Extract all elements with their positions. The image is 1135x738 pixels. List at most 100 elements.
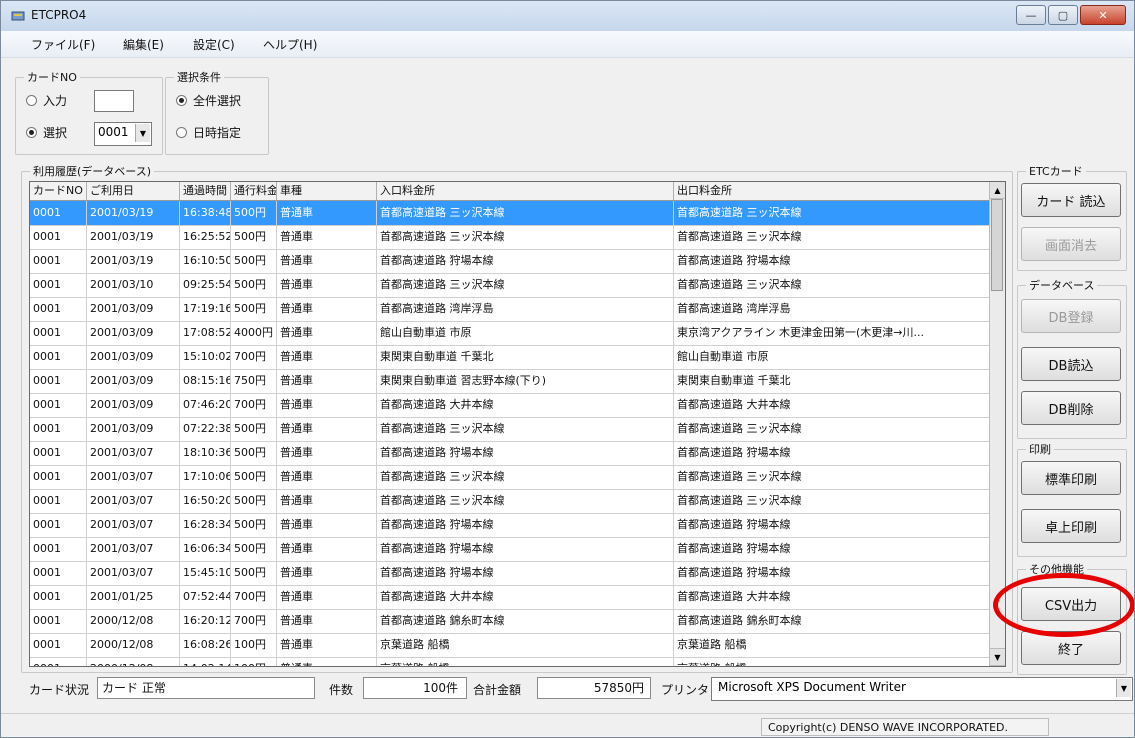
menu-file[interactable]: ファイル(F) — [31, 36, 95, 53]
cell-card-no: 0001 — [30, 201, 87, 225]
cell-vehicle: 普通車 — [277, 201, 377, 225]
cell-date: 2000/12/08 — [87, 633, 180, 657]
cell-date: 2001/03/19 — [87, 201, 180, 225]
desktop-print-button[interactable]: 卓上印刷 — [1021, 509, 1121, 543]
cell-vehicle: 普通車 — [277, 609, 377, 633]
table-row[interactable]: 0001 2001/03/07 17:10:06 500円 普通車 首都高速道路 三ッ沢本… — [30, 465, 990, 490]
cell-toll: 500円 — [231, 537, 277, 561]
scroll-down-icon[interactable]: ▼ — [990, 648, 1005, 666]
clear-screen-button[interactable]: 画面消去 — [1021, 227, 1121, 261]
cell-entrance: 首都高速道路 狩場本線 — [377, 537, 674, 561]
minimize-button[interactable]: — — [1016, 5, 1046, 25]
table-row[interactable]: 0001 2001/03/09 07:22:38 500円 普通車 首都高速道路 三ッ沢本… — [30, 417, 990, 442]
table-row[interactable]: 0001 2001/03/07 16:50:20 500円 普通車 首都高速道路 三ッ沢本… — [30, 489, 990, 514]
column-header-vehicle[interactable]: 車種 — [277, 182, 377, 200]
column-header-time[interactable]: 通過時間 — [180, 182, 231, 200]
db-register-button[interactable]: DB登録 — [1021, 299, 1121, 333]
cell-time: 18:10:36 — [180, 441, 231, 465]
cell-time: 16:38:48 — [180, 201, 231, 225]
card-select-radio[interactable]: 選択 — [26, 124, 67, 141]
cell-entrance: 東関東自動車道 千葉北 — [377, 345, 674, 369]
column-header-toll[interactable]: 通行料金 — [231, 182, 277, 200]
card-input-radio[interactable]: 入力 — [26, 92, 67, 109]
cell-date: 2000/12/08 — [87, 609, 180, 633]
card-no-input[interactable] — [94, 90, 134, 112]
chevron-down-icon[interactable]: ▼ — [1116, 679, 1131, 697]
cell-exit: 東京湾アクアライン 木更津金田第一(木更津→川... — [674, 321, 990, 345]
card-read-button[interactable]: カード 読込 — [1021, 183, 1121, 217]
table-row[interactable]: 0001 2001/03/09 17:08:52 4000円 普通車 館山自動車道 市原東… — [30, 321, 990, 346]
app-icon — [11, 11, 25, 21]
table-row[interactable]: 0001 2000/12/08 16:20:12 700円 普通車 首都高速道路 錦糸町本… — [30, 609, 990, 634]
cell-time: 16:06:34 — [180, 537, 231, 561]
cell-time: 16:08:26 — [180, 633, 231, 657]
cell-exit: 首都高速道路 三ッ沢本線 — [674, 225, 990, 249]
cell-entrance: 首都高速道路 狩場本線 — [377, 561, 674, 585]
cell-entrance: 首都高速道路 狩場本線 — [377, 441, 674, 465]
select-all-radio[interactable]: 全件選択 — [176, 92, 241, 109]
column-header-entrance[interactable]: 入口料金所 — [377, 182, 674, 200]
cell-time: 07:46:20 — [180, 393, 231, 417]
table-row[interactable]: 0001 2001/03/09 08:15:16 750円 普通車 東関東自動車道 習志野… — [30, 369, 990, 394]
cell-exit: 首都高速道路 狩場本線 — [674, 561, 990, 585]
select-date-label: 日時指定 — [193, 126, 242, 140]
standard-print-button[interactable]: 標準印刷 — [1021, 461, 1121, 495]
table-row[interactable]: 0001 2001/03/07 15:45:10 500円 普通車 首都高速道路 狩場本線… — [30, 561, 990, 586]
total-field: 57850円 — [537, 677, 651, 699]
table-row[interactable]: 0001 2001/01/25 07:52:44 700円 普通車 首都高速道路 大井本線… — [30, 585, 990, 610]
table-row[interactable]: 0001 2001/03/19 16:38:48 500円 普通車 首都高速道路 三ッ沢本… — [30, 201, 990, 226]
table-row[interactable]: 0001 2001/03/10 09:25:54 500円 普通車 首都高速道路 三ッ沢本… — [30, 273, 990, 298]
history-table[interactable]: カードNO ご利用日 通過時間 通行料金 車種 入口料金所 出口料金所 0001… — [29, 181, 1006, 667]
annotation-circle — [993, 573, 1134, 637]
radio-circle — [176, 127, 187, 138]
cell-vehicle: 普通車 — [277, 369, 377, 393]
maximize-button[interactable]: ▢ — [1048, 5, 1078, 25]
table-row[interactable]: 0001 2001/03/09 17:19:16 500円 普通車 首都高速道路 湾岸浮島… — [30, 297, 990, 322]
printer-select-value: Microsoft XPS Document Writer — [718, 680, 906, 694]
cell-time: 16:25:52 — [180, 225, 231, 249]
print-group-title: 印刷 — [1026, 441, 1054, 457]
menu-help[interactable]: ヘルプ(H) — [263, 36, 317, 53]
cell-card-no: 0001 — [30, 369, 87, 393]
table-row[interactable]: 0001 2001/03/09 15:10:02 700円 普通車 東関東自動車道 千葉北… — [30, 345, 990, 370]
cell-toll: 700円 — [231, 345, 277, 369]
chevron-down-icon[interactable]: ▼ — [135, 124, 150, 142]
column-header-card-no[interactable]: カードNO — [30, 182, 87, 200]
cell-card-no: 0001 — [30, 465, 87, 489]
menu-settings[interactable]: 設定(C) — [193, 36, 235, 53]
card-no-select[interactable]: 0001 ▼ — [94, 122, 152, 146]
cell-entrance: 首都高速道路 三ッ沢本線 — [377, 417, 674, 441]
table-row[interactable]: 0001 2001/03/07 16:06:34 500円 普通車 首都高速道路 狩場本線… — [30, 537, 990, 562]
table-row[interactable]: 0001 2001/03/07 16:28:34 500円 普通車 首都高速道路 狩場本線… — [30, 513, 990, 538]
table-row[interactable]: 0001 2001/03/19 16:10:50 500円 普通車 首都高速道路 狩場本線… — [30, 249, 990, 274]
app-window: ETCPRO4 — ▢ ✕ ファイル(F) 編集(E) 設定(C) ヘルプ(H)… — [0, 0, 1135, 738]
cell-vehicle: 普通車 — [277, 273, 377, 297]
cell-toll: 500円 — [231, 417, 277, 441]
cell-card-no: 0001 — [30, 297, 87, 321]
cell-exit: 首都高速道路 狩場本線 — [674, 513, 990, 537]
table-row[interactable]: 0001 2001/03/07 18:10:36 500円 普通車 首都高速道路 狩場本線… — [30, 441, 990, 466]
cell-date: 2001/03/07 — [87, 465, 180, 489]
card-select-label: 選択 — [43, 126, 68, 140]
table-row[interactable]: 0001 2000/12/08 16:08:26 100円 普通車 京葉道路 船橋 京葉道路… — [30, 633, 990, 658]
cell-date: 2001/03/09 — [87, 297, 180, 321]
close-button[interactable]: ✕ — [1080, 5, 1126, 25]
printer-select[interactable]: Microsoft XPS Document Writer ▼ — [711, 677, 1133, 701]
scroll-thumb[interactable] — [991, 199, 1003, 291]
db-delete-button[interactable]: DB削除 — [1021, 391, 1121, 425]
cell-time: 17:08:52 — [180, 321, 231, 345]
column-header-exit[interactable]: 出口料金所 — [674, 182, 990, 200]
column-header-date[interactable]: ご利用日 — [87, 182, 180, 200]
db-read-button[interactable]: DB読込 — [1021, 347, 1121, 381]
cell-date: 2000/12/08 — [87, 657, 180, 666]
table-row[interactable]: 0001 2001/03/09 07:46:20 700円 普通車 首都高速道路 大井本線… — [30, 393, 990, 418]
select-date-radio[interactable]: 日時指定 — [176, 124, 241, 141]
cell-exit: 首都高速道路 大井本線 — [674, 393, 990, 417]
table-row[interactable]: 0001 2001/03/19 16:25:52 500円 普通車 首都高速道路 三ッ沢本… — [30, 225, 990, 250]
scroll-up-icon[interactable]: ▲ — [990, 182, 1005, 199]
cell-exit: 首都高速道路 三ッ沢本線 — [674, 201, 990, 225]
table-row[interactable]: 00012000/12/0814:02:14100円普通車京葉道路 船橋京葉道路… — [30, 657, 990, 666]
menu-edit[interactable]: 編集(E) — [123, 36, 164, 53]
cell-date: 2001/03/09 — [87, 345, 180, 369]
database-group-title: データベース — [1026, 277, 1098, 293]
